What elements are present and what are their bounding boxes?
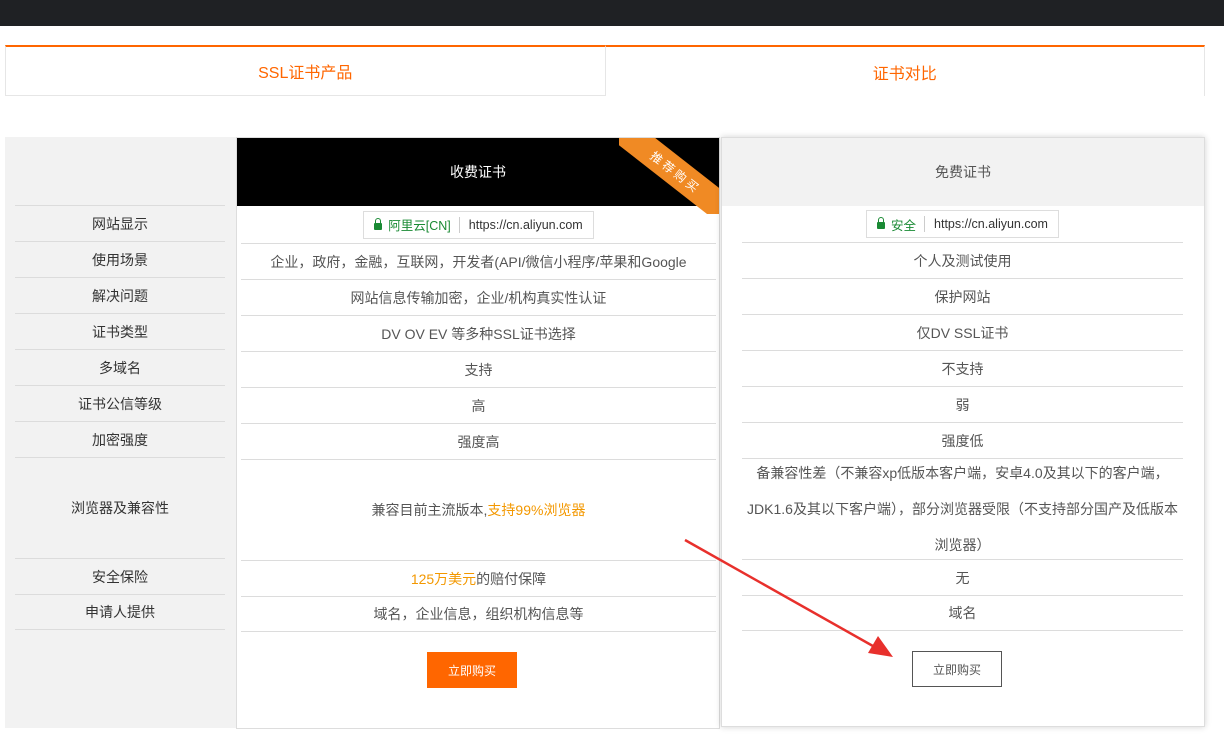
divider <box>458 216 460 233</box>
free-cert-type: 仅DV SSL证书 <box>742 314 1183 350</box>
free-site-display: 安全 https://cn.aliyun.com <box>742 206 1183 242</box>
paid-insurance-text: 的赔付保障 <box>476 570 547 587</box>
paid-compat-text: 兼容目前主流版本, <box>371 502 488 518</box>
lock-icon <box>374 217 383 230</box>
divider <box>924 216 926 232</box>
free-compat: 备兼容性差（不兼容xp低版本客户端，安卓4.0及其以下的客户端，JDK1.6及其… <box>742 458 1183 559</box>
paid-cert-column: 收费证书 推荐购买 阿里云[CN] https://cn.aliyun.com … <box>236 137 720 729</box>
free-cert-column: 免费证书 安全 https://cn.aliyun.com 个人及测试使用 保护… <box>721 137 1205 727</box>
free-cert-header: 免费证书 <box>722 138 1204 206</box>
row-label-cert-type: 证书类型 <box>15 313 225 349</box>
paid-cert-type: DV OV EV 等多种SSL证书选择 <box>241 315 716 351</box>
paid-scenario: 企业，政府，金融，互联网，开发者(API/微信小程序/苹果和Google <box>241 243 716 279</box>
free-multi-domain: 不支持 <box>742 350 1183 386</box>
paid-compat-highlight: 支持99%浏览器 <box>487 502 586 518</box>
paid-buy-button[interactable]: 立即购买 <box>427 652 517 688</box>
paid-address-bar: 阿里云[CN] https://cn.aliyun.com <box>363 210 594 239</box>
row-label-compat: 浏览器及兼容性 <box>15 457 225 558</box>
tab-ssl-products[interactable]: SSL证书产品 <box>5 45 606 96</box>
recommend-ribbon: 推荐购买 <box>619 138 719 214</box>
free-secure-label: 安全 <box>891 218 917 233</box>
free-insurance: 无 <box>742 559 1183 595</box>
row-label-insurance: 安全保险 <box>15 558 225 594</box>
tab-cert-compare[interactable]: 证书对比 <box>605 45 1205 96</box>
paid-applicant: 域名，企业信息，组织机构信息等 <box>241 596 716 632</box>
free-buy-button[interactable]: 立即购买 <box>912 651 1002 687</box>
paid-insurance-amount: 125万美元 <box>410 570 477 587</box>
paid-trust-level: 高 <box>241 387 716 423</box>
free-scenario: 个人及测试使用 <box>742 242 1183 278</box>
top-nav-bar <box>0 0 1224 26</box>
lock-icon <box>877 217 886 229</box>
recommend-ribbon-label: 推荐购买 <box>619 138 719 214</box>
row-label-multi-domain: 多域名 <box>15 349 225 385</box>
paid-encryption: 强度高 <box>241 423 716 459</box>
paid-problem: 网站信息传输加密，企业/机构真实性认证 <box>241 279 716 315</box>
free-problem: 保护网站 <box>742 278 1183 314</box>
free-applicant: 域名 <box>742 595 1183 631</box>
row-label-applicant: 申请人提供 <box>15 594 225 630</box>
row-label-site-display: 网站显示 <box>15 205 225 241</box>
paid-secure-label: 阿里云[CN] <box>388 219 451 233</box>
free-address-bar: 安全 https://cn.aliyun.com <box>866 210 1059 238</box>
free-encryption: 强度低 <box>742 422 1183 458</box>
row-label-trust-level: 证书公信等级 <box>15 385 225 421</box>
free-trust-level: 弱 <box>742 386 1183 422</box>
tab-bar: SSL证书产品 证书对比 <box>5 45 1205 96</box>
paid-compat: 兼容目前主流版本, 支持99%浏览器 <box>241 459 716 560</box>
free-url: https://cn.aliyun.com <box>934 217 1048 231</box>
row-label-scenario: 使用场景 <box>15 241 225 277</box>
paid-insurance: 125万美元 的赔付保障 <box>241 560 716 596</box>
paid-multi-domain: 支持 <box>241 351 716 387</box>
row-label-problem: 解决问题 <box>15 277 225 313</box>
row-label-column: 网站显示 使用场景 解决问题 证书类型 多域名 证书公信等级 加密强度 浏览器及… <box>5 137 236 728</box>
paid-url: https://cn.aliyun.com <box>468 217 583 232</box>
row-label-encryption: 加密强度 <box>15 421 225 457</box>
paid-site-display: 阿里云[CN] https://cn.aliyun.com <box>241 206 716 243</box>
